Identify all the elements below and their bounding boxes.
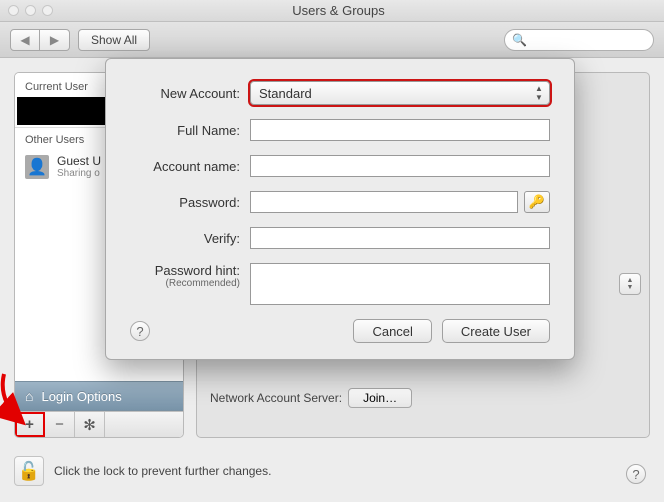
verify-label: Verify: xyxy=(130,231,250,246)
lock-open-icon: 🔓 xyxy=(18,461,40,482)
help-button[interactable]: ? xyxy=(626,464,646,484)
password-input[interactable] xyxy=(250,191,518,213)
guest-user-name: Guest U xyxy=(57,154,101,168)
guest-user-info: Guest U Sharing o xyxy=(57,154,101,179)
action-menu-button[interactable]: ✻ xyxy=(75,412,105,437)
password-key-button[interactable]: 🔑 xyxy=(524,191,550,213)
join-button[interactable]: Join… xyxy=(348,388,412,408)
lock-footer: 🔓 Click the lock to prevent further chan… xyxy=(14,456,271,486)
guest-user-sub: Sharing o xyxy=(57,168,101,179)
search-container: 🔍 xyxy=(504,29,654,51)
avatar-icon: 👤 xyxy=(25,155,49,179)
create-user-button[interactable]: Create User xyxy=(442,319,550,343)
account-name-label: Account name: xyxy=(130,159,250,174)
hint-label: Password hint: (Recommended) xyxy=(130,263,250,289)
forward-button[interactable]: ▶ xyxy=(40,29,70,51)
remove-user-button[interactable]: − xyxy=(45,412,75,437)
sheet-help-button[interactable]: ? xyxy=(130,321,150,341)
password-label: Password: xyxy=(130,195,250,210)
chevron-updown-icon: ▲▼ xyxy=(533,84,545,102)
hint-recommended: (Recommended) xyxy=(130,278,240,289)
search-icon: 🔍 xyxy=(512,33,527,47)
password-hint-input[interactable] xyxy=(250,263,550,305)
network-account-line: Network Account Server: Join… xyxy=(210,388,412,408)
account-type-value: Standard xyxy=(259,86,312,101)
window-title: Users & Groups xyxy=(13,3,664,18)
full-name-input[interactable] xyxy=(250,119,550,141)
annotation-arrow xyxy=(0,370,36,433)
new-account-sheet: New Account: Standard ▲▼ Full Name: Acco… xyxy=(105,58,575,360)
hint-label-text: Password hint: xyxy=(155,263,240,278)
full-name-label: Full Name: xyxy=(130,123,250,138)
titlebar: Users & Groups xyxy=(0,0,664,22)
cancel-button[interactable]: Cancel xyxy=(353,319,431,343)
account-name-input[interactable] xyxy=(250,155,550,177)
back-button[interactable]: ◀ xyxy=(10,29,40,51)
key-icon: 🔑 xyxy=(529,194,545,210)
nav-group: ◀ ▶ xyxy=(10,29,70,51)
account-type-select[interactable]: Standard ▲▼ xyxy=(250,81,550,105)
login-options-label: Login Options xyxy=(41,389,121,404)
verify-input[interactable] xyxy=(250,227,550,249)
sidebar-toolbar: + − ✻ xyxy=(15,411,183,437)
stepper-icon[interactable]: ▲▼ xyxy=(619,273,641,295)
show-all-button[interactable]: Show All xyxy=(78,29,150,51)
toolbar: ◀ ▶ Show All 🔍 xyxy=(0,22,664,58)
login-options-row[interactable]: ⌂ Login Options xyxy=(15,381,183,411)
new-account-label: New Account: xyxy=(130,86,250,101)
network-account-label: Network Account Server: xyxy=(210,391,342,405)
lock-text: Click the lock to prevent further change… xyxy=(54,464,271,478)
lock-button[interactable]: 🔓 xyxy=(14,456,44,486)
